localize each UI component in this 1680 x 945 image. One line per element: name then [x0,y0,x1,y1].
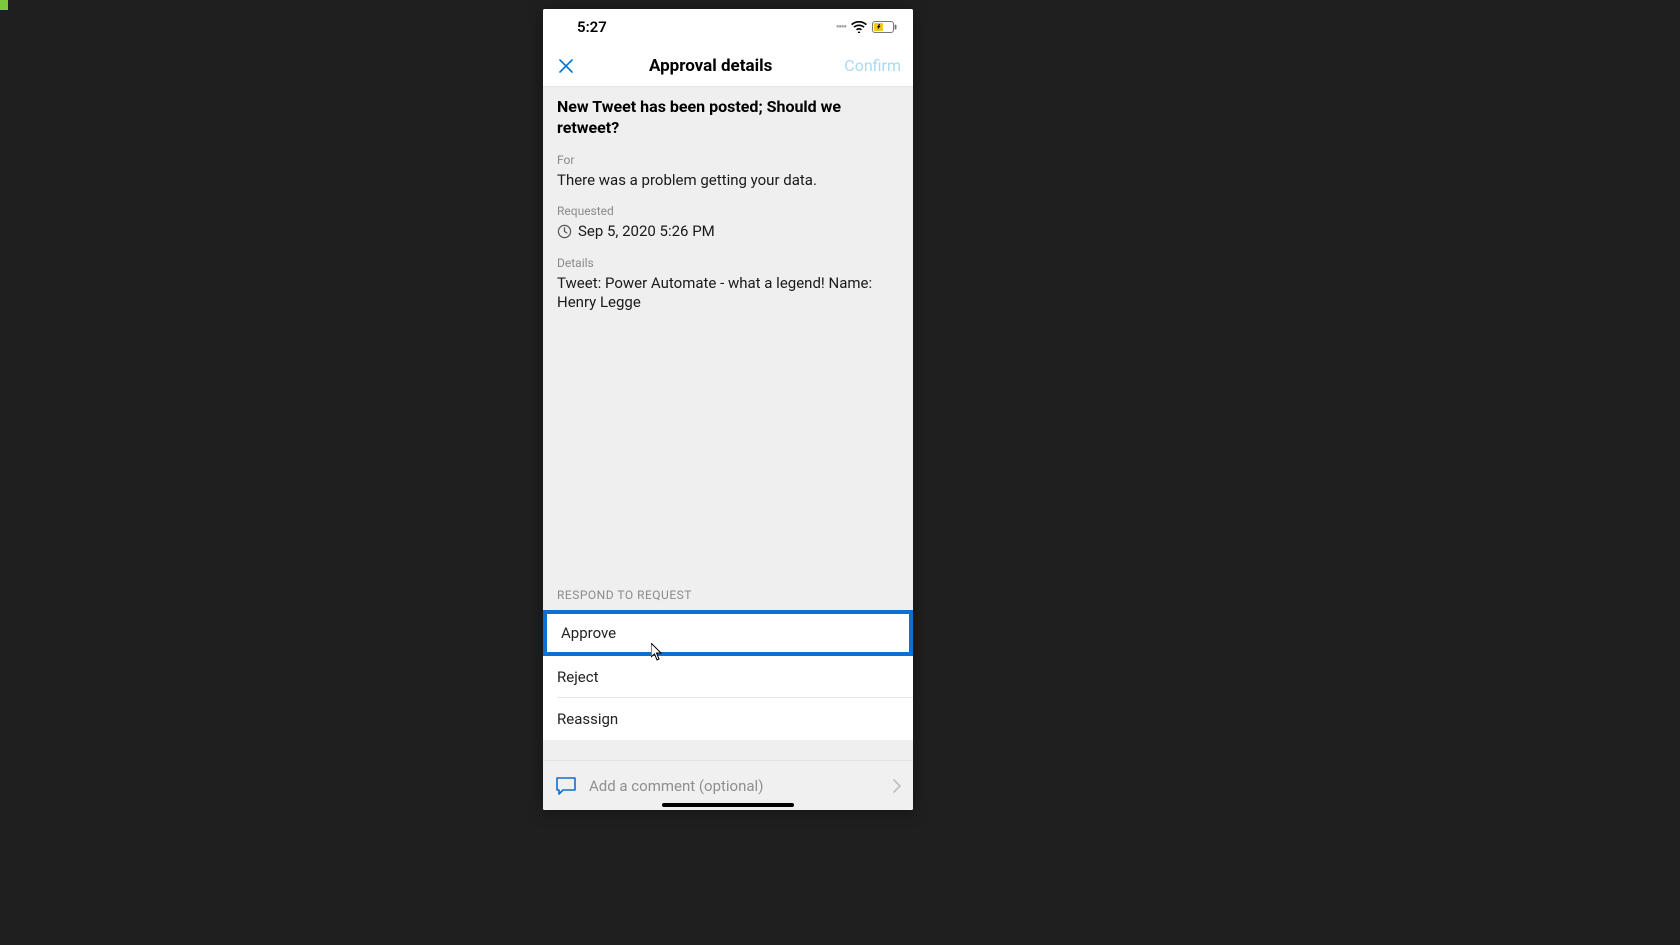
content-area: New Tweet has been posted; Should we ret… [543,87,913,810]
for-field: For There was a problem getting your dat… [557,153,899,191]
for-value: There was a problem getting your data. [557,171,899,191]
comment-input[interactable] [589,777,881,795]
home-indicator [662,803,794,807]
for-label: For [557,153,899,167]
close-button[interactable] [555,55,577,77]
nav-title: Approval details [649,56,772,76]
status-time: 5:27 [577,18,607,36]
reject-option-label: Reject [557,668,599,686]
respond-section: RESPOND TO REQUEST Approve Reject Reassi… [543,588,913,740]
requested-value: Sep 5, 2020 5:26 PM [578,222,715,242]
reassign-option[interactable]: Reassign [543,698,913,740]
details-value: Tweet: Power Automate - what a legend! N… [557,274,899,313]
details-field: Details Tweet: Power Automate - what a l… [557,256,899,313]
details-label: Details [557,256,899,270]
approve-option-label: Approve [561,624,616,642]
phone-frame: 5:27 •••• Approval details Confirm New T… [543,9,913,810]
requested-label: Requested [557,204,899,218]
signal-dots-icon: •••• [836,22,846,33]
comment-icon [555,776,577,796]
status-bar: 5:27 •••• [543,9,913,45]
approval-title: New Tweet has been posted; Should we ret… [557,97,899,139]
respond-label: RESPOND TO REQUEST [543,588,913,610]
nav-header: Approval details Confirm [543,45,913,87]
wifi-icon [851,21,867,33]
clock-icon [557,224,572,239]
accent-corner-decoration [0,0,8,10]
reassign-option-label: Reassign [557,710,618,728]
confirm-button[interactable]: Confirm [844,56,901,75]
battery-icon [872,21,897,33]
respond-options: Approve Reject Reassign [543,610,913,740]
requested-field: Requested Sep 5, 2020 5:26 PM [557,204,899,242]
comment-bar [543,760,913,810]
status-indicators: •••• [836,21,897,33]
chevron-right-icon[interactable] [893,779,901,793]
reject-option[interactable]: Reject [543,656,913,698]
approve-option[interactable]: Approve [543,610,913,656]
details-block: New Tweet has been posted; Should we ret… [543,87,913,313]
